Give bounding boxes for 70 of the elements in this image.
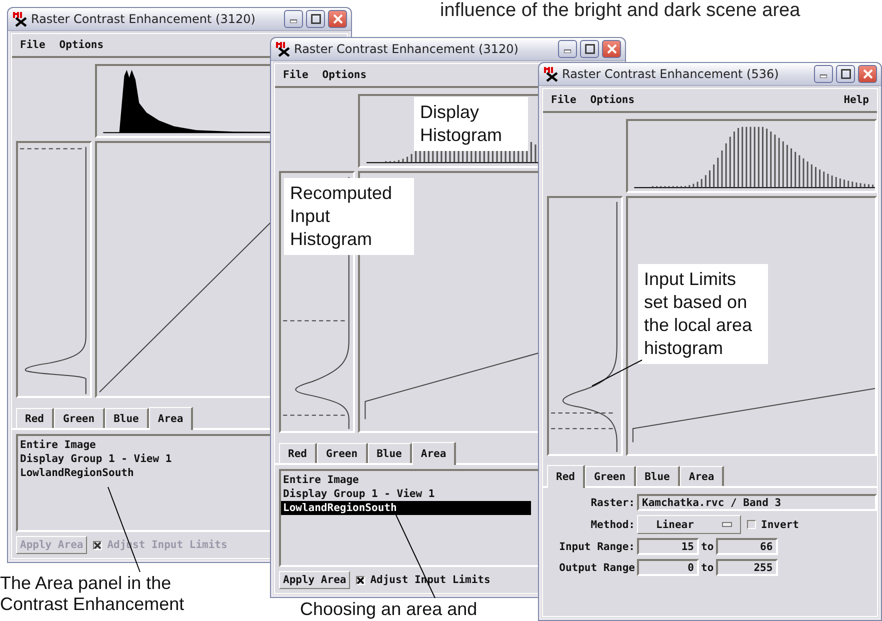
app-icon <box>12 11 28 27</box>
checkbox[interactable] <box>356 576 366 584</box>
area-list-item[interactable]: Display Group 1 - View 1 <box>18 452 174 466</box>
method-dropdown[interactable]: Linear <box>637 515 741 534</box>
callout-label: Input Limits set based on the local area histogram <box>638 264 768 364</box>
app-icon <box>275 41 291 57</box>
app-icon <box>543 66 559 82</box>
tab[interactable]: Red <box>16 408 54 428</box>
area-list-item[interactable]: LowlandRegionSouth <box>18 466 136 480</box>
checkbox-label: Invert <box>761 518 799 530</box>
tab[interactable]: Area <box>412 442 456 465</box>
tab[interactable]: Red <box>279 443 317 463</box>
tab[interactable]: Blue <box>368 443 412 463</box>
window-title: Raster Contrast Enhancement (3120) <box>294 42 520 56</box>
maximize-button[interactable] <box>580 40 599 58</box>
area-list-item[interactable]: LowlandRegionSouth <box>281 501 531 515</box>
area-list-item[interactable]: Display Group 1 - View 1 <box>281 487 437 501</box>
minimize-button[interactable] <box>558 40 577 58</box>
maximize-icon <box>310 14 320 24</box>
range-to-field[interactable]: 66 <box>716 538 778 555</box>
tab[interactable]: Area <box>680 466 724 486</box>
maximize-button[interactable] <box>306 10 325 28</box>
callout-label: Display Histogram <box>414 97 528 151</box>
tab[interactable]: Area <box>148 407 194 430</box>
checkbox[interactable] <box>747 520 756 529</box>
to-label: to <box>700 540 715 552</box>
range-to-field[interactable]: 255 <box>716 559 778 576</box>
close-icon <box>862 69 872 79</box>
menu-item[interactable]: File <box>20 39 46 51</box>
figure-caption: The Area panel in the Contrast Enhancement <box>0 573 186 615</box>
callout-label: Recomputed Input Histogram <box>284 178 414 255</box>
dropdown-indicator-icon <box>722 522 732 527</box>
method-label: Method: <box>590 518 636 530</box>
tab[interactable]: Green <box>54 408 105 428</box>
close-button[interactable] <box>328 10 347 28</box>
area-list-item[interactable]: Entire Image <box>281 473 361 487</box>
leader-line <box>592 360 642 386</box>
menu-item[interactable]: File <box>283 69 308 81</box>
window-title: Raster Contrast Enhancement (3120) <box>31 12 256 26</box>
window-title: Raster Contrast Enhancement (536) <box>562 67 780 81</box>
maximize-icon <box>840 69 850 79</box>
minimize-button[interactable] <box>814 65 833 83</box>
figure-caption: Choosing an area and <box>300 599 478 620</box>
area-list-item[interactable]: Entire Image <box>18 438 98 452</box>
menu-item[interactable]: Options <box>322 69 367 81</box>
maximize-icon <box>584 44 594 54</box>
range-label: Input Range: <box>558 540 636 552</box>
minimize-button[interactable] <box>284 10 303 28</box>
tab[interactable]: Blue <box>636 466 680 486</box>
to-label: to <box>700 562 715 574</box>
raster-label: Raster: <box>590 496 636 508</box>
maximize-button[interactable] <box>836 65 855 83</box>
menu-item[interactable]: File <box>551 94 576 106</box>
close-button[interactable] <box>602 40 621 58</box>
menu-item[interactable]: Options <box>59 39 104 51</box>
tab[interactable]: Green <box>584 466 636 486</box>
tab[interactable]: Red <box>547 465 585 488</box>
close-icon <box>606 44 616 54</box>
tab[interactable]: Green <box>316 443 368 463</box>
body-text: influence of the bright and dark scene area <box>440 0 800 21</box>
menu-item[interactable]: Help <box>844 94 869 106</box>
range-from-field[interactable]: 0 <box>637 559 699 576</box>
close-button[interactable] <box>858 65 877 83</box>
raster-field[interactable]: Kamchatka.rvc / Band 3 <box>637 494 877 511</box>
menu-item[interactable]: Options <box>590 94 635 106</box>
range-label: Output Range <box>558 562 636 574</box>
close-icon <box>332 14 342 24</box>
tab[interactable]: Blue <box>104 408 149 428</box>
apply-area-button[interactable]: Apply Area <box>279 571 350 589</box>
range-from-field[interactable]: 15 <box>637 538 699 555</box>
